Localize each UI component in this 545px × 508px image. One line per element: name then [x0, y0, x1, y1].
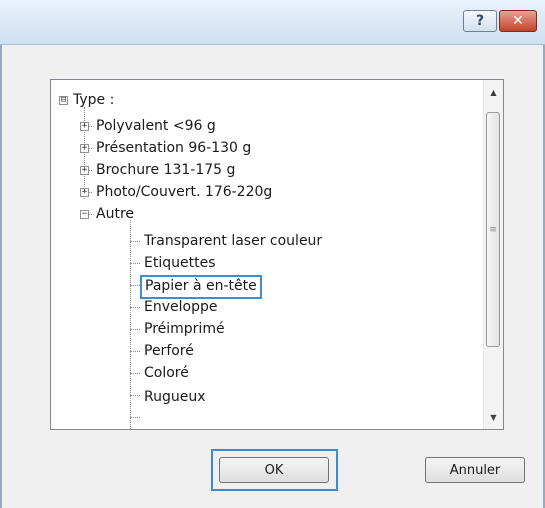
close-icon: ✕	[512, 13, 524, 29]
paper-type-tree[interactable]: ⊟ + + + + − Type : Polyvalent <96 g Prés…	[50, 79, 504, 430]
collapse-icon[interactable]: −	[80, 210, 89, 219]
tree-connector	[130, 307, 140, 308]
tree-node-enveloppe[interactable]: Enveloppe	[144, 296, 217, 318]
tree-node-polyvalent[interactable]: Polyvalent <96 g	[96, 115, 216, 137]
window-border-left	[0, 45, 2, 508]
close-button[interactable]: ✕	[499, 10, 537, 32]
scroll-up-icon[interactable]: ▲	[484, 82, 503, 102]
scroll-thumb[interactable]: ≡	[486, 112, 500, 347]
tree-connector	[130, 220, 131, 429]
tree-node-photo-couvert[interactable]: Photo/Couvert. 176-220g	[96, 181, 272, 203]
tree-node-transparent[interactable]: Transparent laser couleur	[144, 230, 322, 252]
tree-node-type[interactable]: Type :	[73, 89, 114, 111]
tree-connector	[130, 373, 140, 374]
tree-content: ⊟ + + + + − Type : Polyvalent <96 g Prés…	[51, 80, 483, 429]
tree-connector	[130, 417, 140, 418]
tree-node-rugueux[interactable]: Rugueux	[144, 386, 206, 408]
collapse-icon[interactable]: ⊟	[59, 96, 68, 105]
tree-node-presentation[interactable]: Présentation 96-130 g	[96, 137, 251, 159]
cancel-button[interactable]: Annuler	[425, 457, 525, 483]
expand-icon[interactable]: +	[80, 122, 89, 131]
tree-node-autre[interactable]: Autre	[96, 203, 134, 225]
tree-node-etiquettes[interactable]: Etiquettes	[144, 252, 215, 274]
tree-node-colore[interactable]: Coloré	[144, 362, 189, 384]
paper-type-dialog: ? ✕ ⊟ + + + + − Type: Polyvalent <96 g …	[0, 0, 545, 508]
tree-node-brochure[interactable]: Brochure 131-175 g	[96, 159, 235, 181]
tree-connector	[130, 263, 140, 264]
vertical-scrollbar[interactable]: ▲ ≡ ▼	[483, 80, 503, 429]
expand-icon[interactable]: +	[80, 188, 89, 197]
tree-connector	[130, 395, 140, 396]
help-button[interactable]: ?	[463, 10, 497, 32]
expand-icon[interactable]: +	[80, 144, 89, 153]
tree-connector	[130, 285, 140, 286]
tree-node-preimprime[interactable]: Préimprimé	[144, 318, 225, 340]
tree-connector	[130, 241, 140, 242]
ok-button[interactable]: OK	[219, 457, 329, 483]
help-icon: ?	[475, 13, 485, 29]
grip-icon: ≡	[489, 224, 497, 235]
title-bar: ? ✕	[0, 0, 545, 45]
tree-connector	[130, 329, 140, 330]
expand-icon[interactable]: +	[80, 166, 89, 175]
scroll-down-icon[interactable]: ▼	[484, 407, 503, 427]
tree-connector	[130, 351, 140, 352]
tree-node-perfore[interactable]: Perforé	[144, 340, 194, 362]
